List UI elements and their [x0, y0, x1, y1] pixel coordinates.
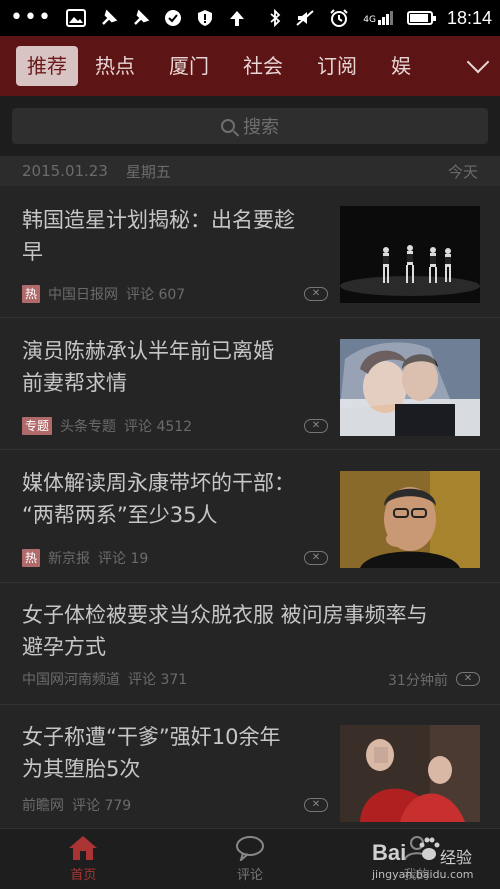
watermark-url: jingyan.baidu.com — [372, 868, 474, 881]
news-item[interactable]: 媒体解读周永康带坏的干部： “两帮两系”至少35人 热 新京报 评论 19 ✕ — [0, 450, 500, 583]
news-title-line: 早 — [22, 240, 43, 264]
chevron-down-icon — [466, 50, 490, 74]
comment-bubble-icon — [236, 836, 264, 861]
news-title-line: 为其堕胎5次 — [22, 757, 141, 781]
news-source: 中国网河南频道 — [22, 672, 120, 688]
news-item[interactable]: 女子体检被要求当众脱衣服 被问房事频率与 避孕方式 中国网河南频道 评论 371… — [0, 583, 500, 705]
news-title: 演员陈赫承认半年前已离婚 前妻帮求情 — [22, 335, 337, 399]
battery-icon — [406, 11, 436, 25]
dismiss-button[interactable]: ✕ — [304, 419, 328, 433]
network-type-label: 4G — [363, 15, 376, 25]
news-thumbnail — [340, 206, 480, 303]
news-title-line: 前妻帮求情 — [22, 371, 127, 395]
hot-badge: 热 — [22, 549, 41, 567]
search-placeholder: 搜索 — [243, 117, 279, 138]
tab-hot[interactable]: 热点 — [78, 46, 152, 86]
dismiss-button[interactable]: ✕ — [304, 287, 328, 301]
image-notification-icon — [65, 9, 86, 27]
news-meta: 前瞻网 评论 779 — [22, 795, 131, 815]
nav-home[interactable]: 首页 — [0, 829, 167, 889]
channel-expand-button[interactable] — [420, 36, 500, 96]
home-icon — [69, 836, 98, 860]
clock: 18:14 — [446, 7, 492, 28]
dismiss-button[interactable]: ✕ — [456, 672, 480, 686]
tab-recommend[interactable]: 推荐 — [16, 46, 78, 86]
news-title-line: 女子称遭“干爹”强奸10余年 — [22, 725, 281, 749]
news-thumbnail — [340, 725, 480, 822]
dismiss-button[interactable]: ✕ — [304, 798, 328, 812]
news-title-line: 媒体解读周永康带坏的干部： — [22, 471, 295, 495]
search-icon — [221, 119, 235, 133]
search-area: 搜索 — [0, 96, 500, 156]
date-label: 2015.01.23 — [22, 162, 108, 180]
news-meta: 热 中国日报网 评论 607 — [22, 284, 185, 304]
news-source: 新京报 — [48, 551, 91, 567]
news-comment-count: 评论 371 — [128, 672, 188, 688]
baidu-watermark: Bai 经验 jingyan.baidu.com — [372, 834, 482, 884]
news-item[interactable]: 女子称遭“干爹”强奸10余年 为其堕胎5次 前瞻网 评论 779 ✕ — [0, 705, 500, 829]
news-time-ago: 31分钟前 — [388, 673, 448, 689]
upload-arrow-icon — [229, 11, 244, 26]
date-row: 2015.01.23 星期五 今天 — [0, 156, 500, 186]
news-title: 韩国造星计划揭秘：出名要趁 早 — [22, 204, 337, 268]
news-item[interactable]: 演员陈赫承认半年前已离婚 前妻帮求情 专题 头条专题 评论 4512 ✕ — [0, 318, 500, 450]
nav-home-label: 首页 — [70, 868, 97, 883]
check-circle-icon — [164, 10, 181, 26]
news-meta: 中国网河南频道 评论 371 — [22, 669, 187, 689]
tab-society[interactable]: 社会 — [226, 46, 300, 86]
shield-alert-icon — [197, 10, 212, 26]
news-meta: 专题 头条专题 评论 4512 — [22, 416, 192, 436]
news-thumbnail — [340, 471, 480, 568]
more-dots-icon: ••• — [10, 5, 52, 30]
news-title: 女子体检被要求当众脱衣服 被问房事频率与 避孕方式 — [22, 599, 492, 663]
status-bar: ••• 4G 18:14 — [0, 0, 500, 36]
news-title-line: 避孕方式 — [22, 635, 106, 659]
search-input[interactable]: 搜索 — [12, 108, 488, 144]
news-source: 前瞻网 — [22, 798, 64, 814]
news-title-line: 韩国造星计划揭秘：出名要趁 — [22, 208, 295, 232]
nav-comments-label: 评论 — [237, 868, 264, 883]
channel-bar: 推荐 热点 厦门 社会 订阅 娱 — [0, 36, 500, 96]
hot-badge: 热 — [22, 285, 41, 303]
news-title-line: “两帮两系”至少35人 — [22, 503, 218, 527]
alarm-clock-icon — [330, 9, 348, 27]
news-title-line: 演员陈赫承认半年前已离婚 — [22, 339, 274, 363]
news-title: 媒体解读周永康带坏的干部： “两帮两系”至少35人 — [22, 467, 337, 531]
topic-badge: 专题 — [22, 417, 53, 435]
tab-xiamen[interactable]: 厦门 — [152, 46, 226, 86]
news-feed: 韩国造星计划揭秘：出名要趁 早 热 中国日报网 评论 607 ✕ 演员陈赫承认半… — [0, 186, 500, 829]
bluetooth-icon — [270, 9, 281, 27]
news-comment-count: 评论 19 — [98, 551, 149, 567]
news-source: 中国日报网 — [48, 287, 119, 303]
news-comment-count: 评论 779 — [72, 798, 132, 814]
today-label: 今天 — [447, 162, 478, 181]
news-thumbnail — [340, 339, 480, 436]
dismiss-button[interactable]: ✕ — [304, 551, 328, 565]
nav-comments[interactable]: 评论 — [167, 829, 334, 889]
silent-mode-icon — [296, 10, 314, 26]
pin-notification-icon-2 — [134, 9, 150, 25]
news-title: 女子称遭“干爹”强奸10余年 为其堕胎5次 — [22, 721, 337, 785]
paw-logo-icon — [419, 837, 440, 860]
tab-subscribe[interactable]: 订阅 — [300, 46, 374, 86]
signal-strength-icon: 4G — [363, 11, 393, 25]
news-meta: 热 新京报 评论 19 — [22, 548, 148, 568]
watermark-jingyan: 经验 — [440, 848, 473, 867]
news-comment-count: 评论 4512 — [124, 419, 193, 435]
news-source: 头条专题 — [60, 419, 117, 435]
watermark-brand: Bai — [372, 840, 407, 865]
news-item[interactable]: 韩国造星计划揭秘：出名要趁 早 热 中国日报网 评论 607 ✕ — [0, 186, 500, 318]
pin-notification-icon — [102, 9, 118, 25]
weekday-label: 星期五 — [125, 162, 171, 181]
news-title-line: 女子体检被要求当众脱衣服 被问房事频率与 — [22, 603, 428, 627]
news-comment-count: 评论 607 — [126, 287, 186, 303]
